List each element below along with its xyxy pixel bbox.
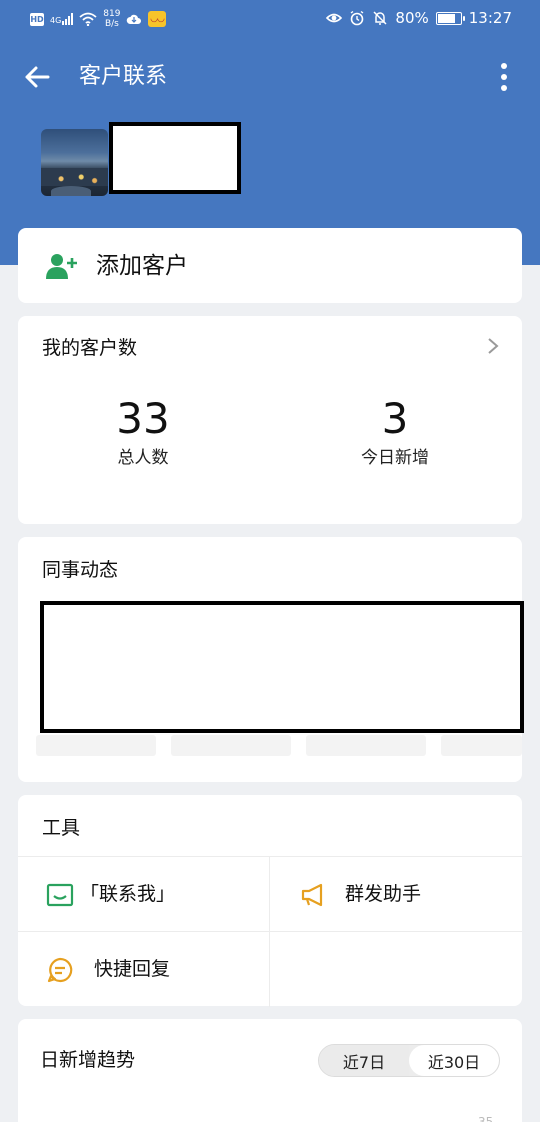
quick-reply-label: 快捷回复 — [94, 958, 171, 980]
status-bar-left: HD 4G 819 B/s ◡◡ — [30, 9, 167, 29]
mute-bell-icon — [373, 11, 387, 25]
mass-message-tool[interactable]: 群发助手 — [270, 857, 522, 932]
status-time: 13:27 — [468, 9, 512, 27]
customer-count-title: 我的客户数 — [42, 337, 138, 359]
wifi-icon — [79, 12, 97, 26]
tools-title: 工具 — [42, 817, 81, 839]
contact-me-icon — [46, 883, 74, 907]
chevron-right-icon[interactable] — [486, 336, 500, 356]
eye-icon — [326, 13, 343, 23]
daily-trend-card: 日新增趋势 近7日 近30日 35 — [18, 1019, 522, 1122]
activity-placeholder — [306, 735, 426, 756]
app-notification-icon: ◡◡ — [148, 11, 167, 27]
page-title: 客户联系 — [79, 64, 168, 89]
megaphone-icon — [301, 883, 323, 907]
range-30-days-button[interactable]: 近30日 — [409, 1045, 499, 1076]
daily-trend-title: 日新增趋势 — [40, 1049, 136, 1071]
activity-placeholder — [171, 735, 291, 756]
mass-message-label: 群发助手 — [345, 883, 422, 905]
colleague-activity-card: 同事动态 — [18, 537, 524, 782]
status-bar: HD 4G 819 B/s ◡◡ 80% 13:27 — [0, 0, 540, 40]
redacted-name — [109, 122, 241, 194]
colleague-activity-title: 同事动态 — [42, 559, 119, 581]
empty-tool-slot — [270, 932, 522, 1007]
redacted-activity — [40, 601, 524, 733]
customer-count-card[interactable]: 我的客户数 33 总人数 3 今日新增 — [18, 316, 522, 524]
total-count-value: 33 — [116, 394, 170, 443]
net-speed: 819 B/s — [103, 9, 120, 29]
add-customer-button[interactable]: 添加客户 — [18, 228, 522, 303]
more-options-icon[interactable] — [492, 60, 516, 94]
net-speed-value: 819 — [103, 9, 121, 19]
add-user-icon — [46, 254, 77, 279]
back-arrow-icon[interactable] — [22, 62, 52, 92]
hd-icon: HD — [30, 12, 44, 26]
status-bar-right: 80% 13:27 — [326, 9, 512, 27]
activity-placeholder — [441, 735, 522, 756]
quick-reply-tool[interactable]: 快捷回复 — [18, 932, 270, 1007]
today-new-value: 3 — [381, 394, 409, 443]
range-7-days-button[interactable]: 近7日 — [319, 1045, 409, 1076]
tools-card: 工具 「联系我」 群发助手 快捷回复 — [18, 795, 522, 1007]
customer-contact-page: HD 4G 819 B/s ◡◡ 80% 13:27 客户联系 添加客户 我的客… — [0, 0, 540, 1122]
quick-reply-icon — [47, 957, 73, 983]
signal-type-label: 4G — [50, 16, 62, 25]
contact-me-label: 「联系我」 — [80, 883, 176, 905]
signal-icon — [62, 13, 74, 25]
range-segmented-control: 近7日 近30日 — [318, 1044, 500, 1077]
cloud-icon — [127, 14, 142, 24]
activity-placeholder — [36, 735, 156, 756]
net-speed-unit: B/s — [104, 19, 119, 29]
total-count-stat: 33 总人数 — [53, 394, 233, 470]
battery-percent: 80% — [395, 9, 429, 27]
alarm-icon — [351, 10, 364, 26]
tools-grid: 「联系我」 群发助手 快捷回复 — [18, 856, 522, 1007]
contact-me-tool[interactable]: 「联系我」 — [18, 857, 270, 932]
today-new-stat: 3 今日新增 — [305, 394, 485, 470]
y-axis-tick: 35 — [478, 1115, 494, 1122]
battery-level — [437, 13, 456, 23]
total-count-label: 总人数 — [117, 448, 169, 468]
today-new-label: 今日新增 — [361, 448, 429, 468]
avatar[interactable] — [41, 129, 108, 196]
add-customer-label: 添加客户 — [96, 253, 188, 279]
battery-icon — [435, 11, 465, 25]
